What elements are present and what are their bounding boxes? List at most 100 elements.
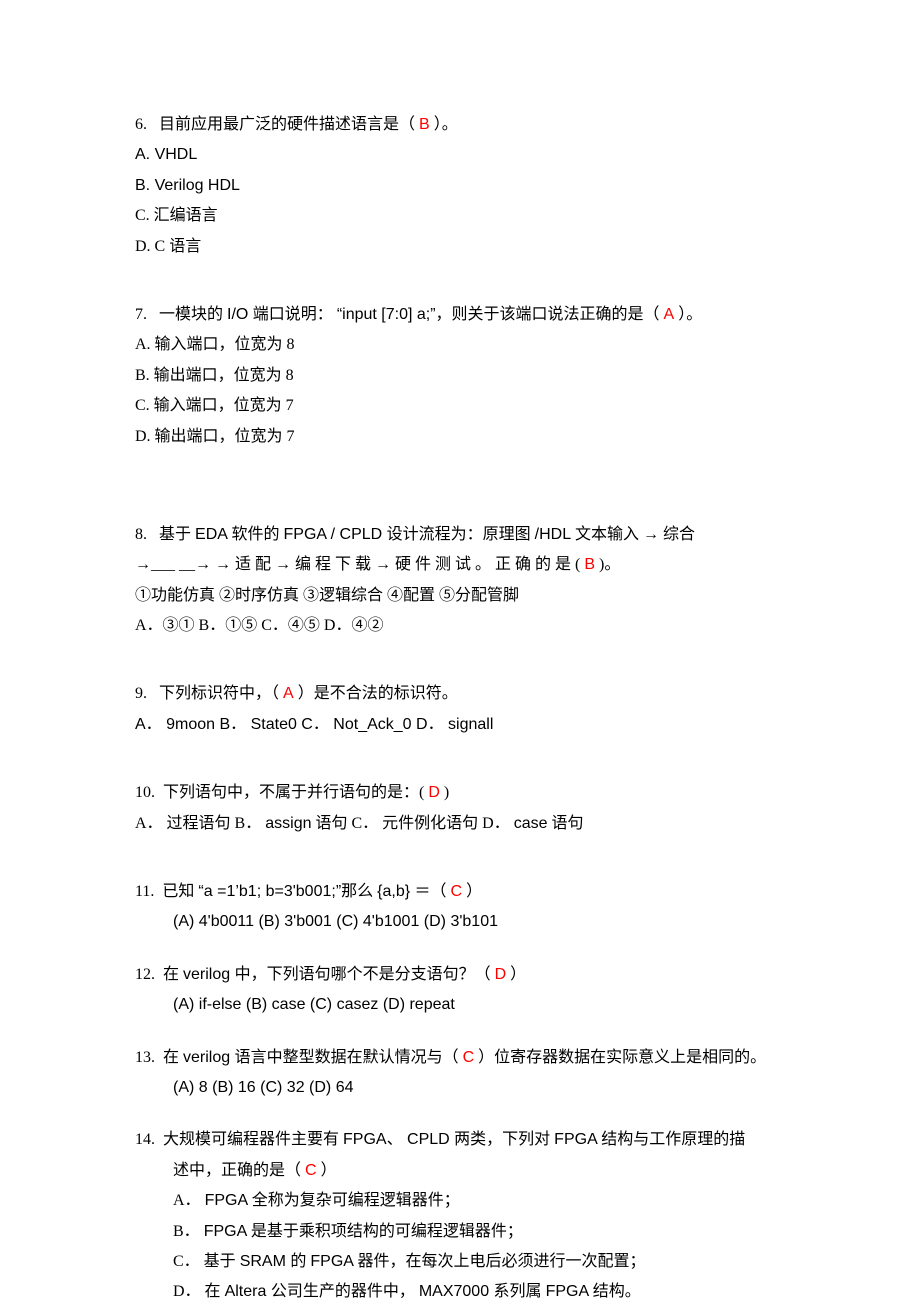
q10-answer: D <box>428 784 440 801</box>
q9-options: A． 9moon B． State0 C． Not_Ack_0 D． signa… <box>135 710 800 740</box>
q8-l1b: 软件的 <box>231 526 283 543</box>
q14-ta: 大规模可编程器件主要有 <box>163 1131 343 1148</box>
question-8-line3: ①功能仿真 ②时序仿真 ③逻辑综合 ④配置 ⑤分配管脚 <box>135 581 800 611</box>
q11-number: 11. <box>135 883 154 900</box>
q14-oa-b: 全称为复杂可编程逻辑器件； <box>252 1192 460 1209</box>
q7-options: A. 输入端口，位宽为 8 B. 输出端口，位宽为 8 C. 输入端口，位宽为 … <box>135 330 800 452</box>
q9-before: 下列标识符中，（ <box>159 685 283 702</box>
q6-opt-a: A. VHDL <box>135 146 197 163</box>
q11-after: ） <box>462 883 482 900</box>
q9-answer: A <box>283 685 294 702</box>
question-14-line2: 述中，正确的是（ C ） <box>135 1156 800 1186</box>
q14-od-latin3: FPGA <box>546 1283 593 1300</box>
q10-number: 10. <box>135 784 155 801</box>
q10-before: 下列语句中，不属于并行语句的是：( <box>163 784 428 801</box>
q9-after: ）是不合法的标识符。 <box>294 685 458 702</box>
q13-number: 13. <box>135 1049 155 1066</box>
q8-latin2: FPGA / CPLD <box>284 526 387 543</box>
q11-answer: C <box>451 883 463 900</box>
q14-l2a: ） <box>317 1162 337 1179</box>
q10-latin1: assign <box>265 815 311 832</box>
q14-number: 14. <box>135 1131 155 1148</box>
q14-ob-latin: FPGA <box>204 1223 251 1240</box>
q14-opt-b: B． FPGA 是基于乘积项结构的可编程逻辑器件； <box>135 1217 800 1247</box>
question-6: 6. 目前应用最广泛的硬件描述语言是（ B ）。 A. VHDL B. Veri… <box>135 110 800 262</box>
q7-answer: A <box>664 306 675 323</box>
question-10: 10. 下列语句中，不属于并行语句的是：( D ) A． 过程语句 B． ass… <box>135 778 800 839</box>
q14-latin2: FPGA <box>554 1131 601 1148</box>
question-9: 9. 下列标识符中，（ A ）是不合法的标识符。 A． 9moon B． Sta… <box>135 679 800 740</box>
q11-options: (A) 4'b0011 (B) 3'b001 (C) 4'b1001 (D) 3… <box>135 907 800 937</box>
q14-oc-latin2: FPGA <box>310 1253 357 1270</box>
q14-od-latin1: Altera <box>225 1283 271 1300</box>
question-8-line4: A．③① B．①⑤ C．④⑤ D．④② <box>135 611 800 641</box>
q7-latin1: I/O <box>227 306 253 323</box>
q8-latin1: EDA <box>195 526 231 543</box>
q14-answer: C <box>305 1162 317 1179</box>
q11-before: 已知 <box>162 883 198 900</box>
q10-latin2: case <box>514 815 548 832</box>
q8-answer: B <box>584 556 595 573</box>
q14-od-a: D． 在 <box>173 1283 225 1300</box>
q14-od-c: 系列属 <box>494 1283 546 1300</box>
q7-latin2: “input [7:0] a;” <box>337 306 436 323</box>
question-7-stem: 7. 一模块的 I/O 端口说明： “input [7:0] a;”，则关于该端… <box>135 300 800 330</box>
q6-text-before: 目前应用最广泛的硬件描述语言是（ <box>159 116 419 133</box>
question-9-stem: 9. 下列标识符中，（ A ）是不合法的标识符。 <box>135 679 800 709</box>
q13-ta: 在 <box>163 1049 183 1066</box>
q14-ob-b: 是基于乘积项结构的可编程逻辑器件； <box>251 1223 523 1240</box>
q8-l1c: 设计流程为：原理图 <box>387 526 535 543</box>
document-page: 6. 目前应用最广泛的硬件描述语言是（ B ）。 A. VHDL B. Veri… <box>0 0 920 1308</box>
q7-opt-b: B. 输出端口，位宽为 8 <box>135 361 800 391</box>
q12-answer: D <box>495 966 507 983</box>
q6-text-after: ）。 <box>430 116 458 133</box>
q14-opt-c: C． 基于 SRAM 的 FPGA 器件，在每次上电后必须进行一次配置； <box>135 1247 800 1277</box>
q10-after: ) <box>440 784 449 801</box>
q14-oa-latin: FPGA <box>205 1192 252 1209</box>
q13-tc: ）位寄存器数据在实际意义上是相同的。 <box>474 1049 766 1066</box>
q10-ob: 语句 C． 元件例化语句 D． <box>311 815 513 832</box>
q6-number: 6. <box>135 116 147 133</box>
question-7: 7. 一模块的 I/O 端口说明： “input [7:0] a;”，则关于该端… <box>135 300 800 452</box>
q13-tb: 语言中整型数据在默认情况与（ <box>235 1049 463 1066</box>
question-11: 11. 已知 “a =1’b1; b=3'b001;”那么 {a,b} ＝（ C… <box>135 877 800 938</box>
q14-oc-latin1: SRAM <box>240 1253 291 1270</box>
q8-paren-close: )。 <box>595 556 620 573</box>
q14-opt-d: D． 在 Altera 公司生产的器件中， MAX7000 系列属 FPGA 结… <box>135 1277 800 1307</box>
q8-l1a: 基于 <box>159 526 195 543</box>
q10-oc: 语句 <box>548 815 584 832</box>
question-10-stem: 10. 下列语句中，不属于并行语句的是：( D ) <box>135 778 800 808</box>
q14-opt-a: A． FPGA 全称为复杂可编程逻辑器件； <box>135 1186 800 1216</box>
q8-l2-spaced: 适配→编程下载→硬件测试。正确的是 <box>235 556 575 573</box>
q14-ob-a: B． <box>173 1223 204 1240</box>
q7-opt-d: D. 输出端口，位宽为 7 <box>135 422 800 452</box>
q7-opt-c: C. 输入端口，位宽为 7 <box>135 391 800 421</box>
q14-od-d: 结构。 <box>593 1283 641 1300</box>
q14-oc-b: 的 <box>290 1253 310 1270</box>
q7-t3: ，则关于该端口说法正确的是（ <box>436 306 664 323</box>
question-11-stem: 11. 已知 “a =1’b1; b=3'b001;”那么 {a,b} ＝（ C… <box>135 877 800 907</box>
question-6-stem: 6. 目前应用最广泛的硬件描述语言是（ B ）。 <box>135 110 800 140</box>
q12-number: 12. <box>135 966 155 983</box>
q14-oa-a: A． <box>173 1192 205 1209</box>
q8-number: 8. <box>135 526 147 543</box>
question-13-stem: 13. 在 verilog 语言中整型数据在默认情况与（ C ）位寄存器数据在实… <box>135 1043 800 1073</box>
q13-options: (A) 8 (B) 16 (C) 32 (D) 64 <box>135 1073 800 1103</box>
q6-answer: B <box>419 116 430 133</box>
q14-latin1: FPGA、 CPLD <box>343 1131 454 1148</box>
q11-eq: ＝（ <box>415 883 451 900</box>
q14-od-latin2: MAX7000 <box>419 1283 494 1300</box>
q12-latin1: verilog <box>183 966 235 983</box>
q7-number: 7. <box>135 306 147 323</box>
q6-opt-b: B. Verilog HDL <box>135 177 240 194</box>
q6-opt-c: C. 汇编语言 <box>135 207 218 224</box>
q7-t2: 端口说明： <box>253 306 337 323</box>
question-8-line2: →___ __→ → 适配→编程下载→硬件测试。正确的是( B )。 <box>135 550 800 580</box>
q6-options: A. VHDL B. Verilog HDL C. 汇编语言 D. C 语言 <box>135 140 800 262</box>
question-14: 14. 大规模可编程器件主要有 FPGA、 CPLD 两类，下列对 FPGA 结… <box>135 1125 800 1307</box>
q7-t1: 一模块的 <box>159 306 227 323</box>
q12-after: ） <box>506 966 526 983</box>
question-12-stem: 12. 在 verilog 中，下列语句哪个不是分支语句？（ D ） <box>135 960 800 990</box>
q6-opt-d: D. C 语言 <box>135 238 201 255</box>
question-8: 8. 基于 EDA 软件的 FPGA / CPLD 设计流程为：原理图 /HDL… <box>135 520 800 642</box>
